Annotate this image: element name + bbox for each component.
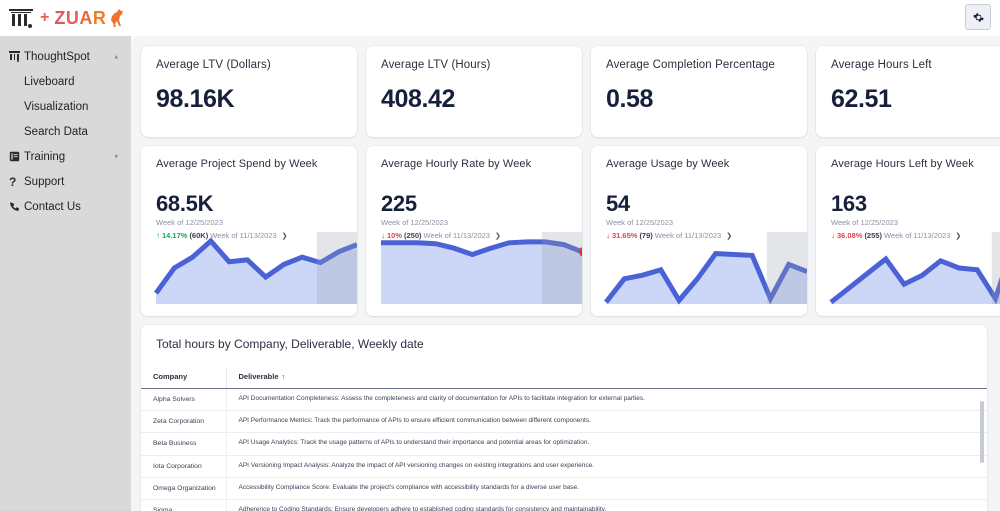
kpi-value: 98.16K [156,85,235,113]
kpi-title: Average Completion Percentage [606,59,775,71]
sparkline-chart [156,232,357,304]
sidebar-item-thoughtspot[interactable]: ThoughtSpot ▴ [0,44,131,69]
cell-company: Beta Business [141,432,227,456]
sparkline-chart [606,232,807,304]
trend-subtitle: Week of 12/25/2023 [156,218,223,227]
cell-company: Zeta Corporation [141,410,227,434]
svg-text:?: ? [9,176,16,188]
trend-card-avg-project-spend[interactable]: Average Project Spend by Week 68.5K Week… [141,146,357,316]
phone-icon [9,201,24,212]
sidebar-item-label: Contact Us [24,200,81,213]
table-vertical-scrollbar[interactable] [980,401,984,511]
table-header-row: Company Deliverable ↑ [141,367,987,389]
chevron-down-icon: ▾ [114,153,118,161]
sparkline-chart [831,232,1000,304]
cell-deliverable: API Usage Analytics: Track the usage pat… [226,432,987,456]
kpi-card-avg-hours-left[interactable]: Average Hours Left 62.51 [816,46,1000,137]
app-root: + ZUAR ThoughtSpot ▴ Liveboard Visualiza… [0,0,1000,511]
trend-subtitle: Week of 12/25/2023 [381,218,448,227]
kpi-title: Average Hours Left [831,59,932,71]
cell-company: Iota Corporation [141,455,227,478]
cell-deliverable: API Versioning Impact Analysis: Analyze … [226,455,987,478]
sidebar-item-support[interactable]: ? Support [0,169,131,194]
table-title: Total hours by Company, Deliverable, Wee… [156,337,424,351]
cell-company: Sigma [141,499,227,511]
cell-company: Omega Organization [141,477,227,500]
zuar-wordmark: ZUAR [54,7,107,28]
table-row[interactable]: Omega Organization Accessibility Complia… [141,477,987,500]
trend-value: 163 [831,191,867,216]
table-body: Alpha Solvers API Documentation Complete… [141,388,987,511]
column-header-company[interactable]: Company [141,367,227,389]
zuar-horse-icon [111,8,124,27]
sidebar: ThoughtSpot ▴ Liveboard Visualization Se… [0,36,131,511]
table-row[interactable]: Sigma Adherence to Coding Standards: Ens… [141,499,987,511]
sidebar-item-label: Training [24,150,66,163]
trend-title: Average Usage by Week [606,158,730,170]
sparkline-chart [381,232,582,304]
table-scroll-area: Company Deliverable ↑ Alpha Solvers API D… [141,367,987,511]
table-row[interactable]: Alpha Solvers API Documentation Complete… [141,388,987,412]
book-icon [9,151,24,162]
table-head: Company Deliverable ↑ [141,367,987,389]
trend-subtitle: Week of 12/25/2023 [831,218,898,227]
cell-deliverable: Adherence to Coding Standards: Ensure de… [226,499,987,511]
trend-value: 68.5K [156,191,214,216]
data-table: Company Deliverable ↑ Alpha Solvers API D… [141,367,987,511]
sidebar-item-label: Visualization [24,100,89,113]
sidebar-item-label: Support [24,175,65,188]
trend-card-avg-usage[interactable]: Average Usage by Week 54 Week of 12/25/2… [591,146,807,316]
sidebar-item-label: Search Data [24,125,88,138]
trend-card-avg-hours-left[interactable]: Average Hours Left by Week 163 Week of 1… [816,146,1000,316]
kpi-title: Average LTV (Dollars) [156,59,271,71]
thoughtspot-logo-icon [9,7,35,29]
main-content: Average LTV (Dollars) 98.16K Average LTV… [131,36,1000,511]
kpi-value: 0.58 [606,85,654,113]
kpi-card-avg-completion-percentage[interactable]: Average Completion Percentage 0.58 [591,46,807,137]
question-mark-icon: ? [9,176,24,188]
kpi-value: 62.51 [831,85,892,113]
top-bar: + ZUAR [0,0,1000,36]
settings-button[interactable] [965,4,991,30]
cell-deliverable: Accessibility Compliance Score: Evaluate… [226,477,987,500]
table-row[interactable]: Zeta Corporation API Performance Metrics… [141,410,987,434]
kpi-row: Average LTV (Dollars) 98.16K Average LTV… [141,46,1000,137]
kpi-title: Average LTV (Hours) [381,59,491,71]
cell-deliverable: API Performance Metrics: Track the perfo… [226,410,987,434]
plus-icon: + [40,8,50,26]
column-header-label: Deliverable [238,372,279,381]
cell-deliverable: API Documentation Completeness: Assess t… [226,388,987,412]
table-card-total-hours: Total hours by Company, Deliverable, Wee… [141,325,987,511]
column-header-label: Company [153,372,188,381]
gear-icon [972,12,984,22]
thoughtspot-icon [9,51,24,62]
brand-logo[interactable]: + ZUAR [0,7,124,29]
trend-value: 54 [606,191,630,216]
trend-value: 225 [381,191,417,216]
sidebar-item-label: ThoughtSpot [24,50,90,63]
trend-title: Average Project Spend by Week [156,158,318,170]
trend-card-avg-hourly-rate[interactable]: Average Hourly Rate by Week 225 Week of … [366,146,582,316]
sidebar-item-visualization[interactable]: Visualization [0,94,131,119]
kpi-card-avg-ltv-hours[interactable]: Average LTV (Hours) 408.42 [366,46,582,137]
body-wrapper: ThoughtSpot ▴ Liveboard Visualization Se… [0,36,1000,511]
sidebar-item-search-data[interactable]: Search Data [0,119,131,144]
sidebar-item-label: Liveboard [24,75,75,88]
sort-ascending-icon: ↑ [281,374,286,381]
column-header-deliverable[interactable]: Deliverable ↑ [226,367,987,389]
trend-subtitle: Week of 12/25/2023 [606,218,673,227]
table-row[interactable]: Beta Business API Usage Analytics: Track… [141,432,987,456]
sidebar-item-liveboard[interactable]: Liveboard [0,69,131,94]
trend-title: Average Hours Left by Week [831,158,974,170]
kpi-card-avg-ltv-dollars[interactable]: Average LTV (Dollars) 98.16K [141,46,357,137]
chevron-up-icon: ▴ [114,53,118,61]
sidebar-item-contact-us[interactable]: Contact Us [0,194,131,219]
sidebar-item-training[interactable]: Training ▾ [0,144,131,169]
trend-row: Average Project Spend by Week 68.5K Week… [141,146,1000,316]
table-row[interactable]: Iota Corporation API Versioning Impact A… [141,455,987,478]
kpi-value: 408.42 [381,85,456,113]
scrollbar-thumb[interactable] [980,401,984,463]
cell-company: Alpha Solvers [141,388,227,412]
trend-title: Average Hourly Rate by Week [381,158,532,170]
